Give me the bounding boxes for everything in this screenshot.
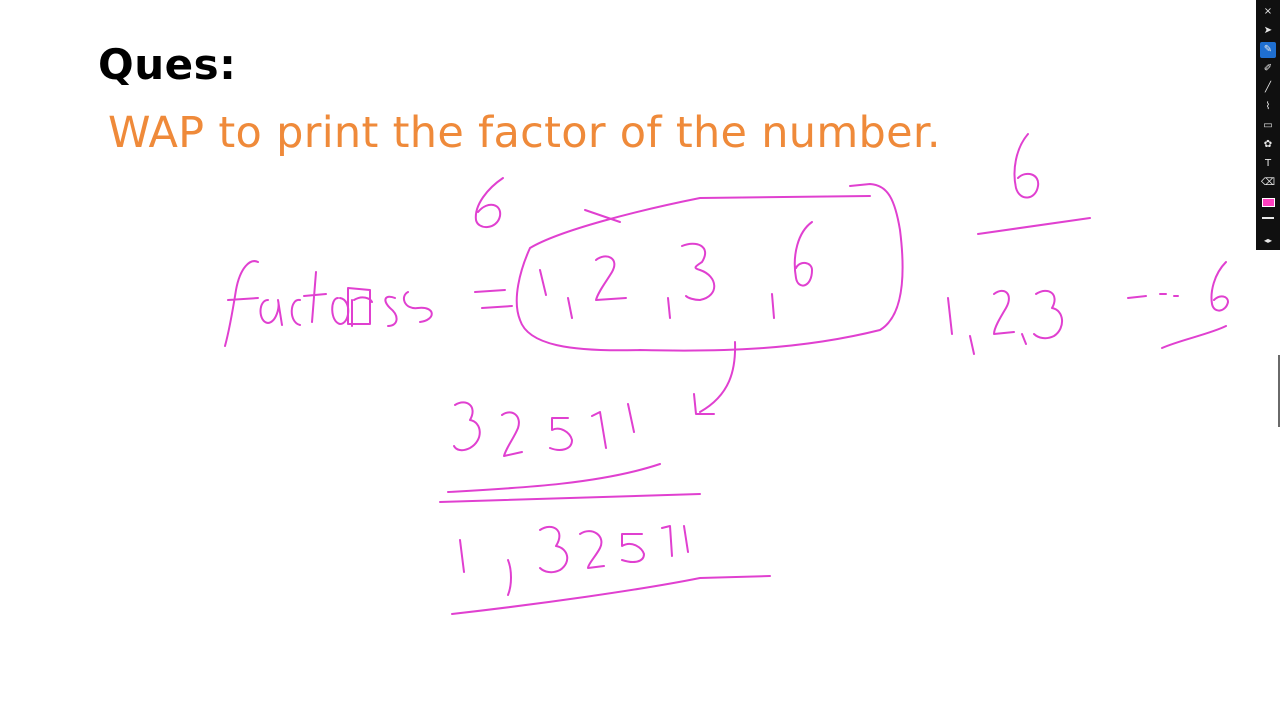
ink-fraction-line [977, 217, 1091, 235]
ink-sequence-right [947, 261, 1229, 355]
brush-icon[interactable]: ⌇ [1260, 99, 1276, 115]
ink-underline-3 [451, 575, 771, 615]
handwritten-annotations [224, 133, 1229, 615]
stroke-size-icon[interactable] [1262, 216, 1274, 219]
ink-circle-factors [515, 183, 904, 352]
stamp-icon[interactable]: ✿ [1260, 137, 1276, 153]
ink-equals-bottom [481, 305, 513, 309]
close-icon[interactable]: × [1260, 4, 1276, 20]
text-icon[interactable]: T [1260, 156, 1276, 172]
ink-six-top [474, 177, 504, 228]
line-icon[interactable]: ╱ [1260, 80, 1276, 96]
ink-underline-1 [447, 463, 661, 493]
ink-number-1-3251 [459, 525, 689, 596]
ink-factors-word [224, 260, 433, 347]
annotation-toolbar: × ➤ ✎ ✐ ╱ ⌇ ▭ ✿ T ⌫ ◂▸ [1256, 0, 1280, 250]
ink-six-right [1013, 133, 1040, 199]
color-swatch[interactable] [1261, 198, 1275, 207]
ink-layer [224, 133, 1229, 615]
ink-arrow-down [693, 341, 737, 415]
eraser-icon[interactable]: ⌫ [1260, 175, 1276, 191]
expand-toolbar-icon[interactable]: ◂▸ [1260, 233, 1276, 249]
rectangle-icon[interactable]: ▭ [1260, 118, 1276, 134]
ink-underline-2 [439, 493, 701, 503]
ink-digits-inside [539, 221, 813, 319]
marker-icon[interactable]: ✐ [1260, 61, 1276, 77]
ink-equals-top [474, 289, 506, 293]
select-arrow-icon[interactable]: ➤ [1260, 23, 1276, 39]
ink-number-3251 [453, 401, 635, 457]
pen-icon[interactable]: ✎ [1260, 41, 1276, 58]
